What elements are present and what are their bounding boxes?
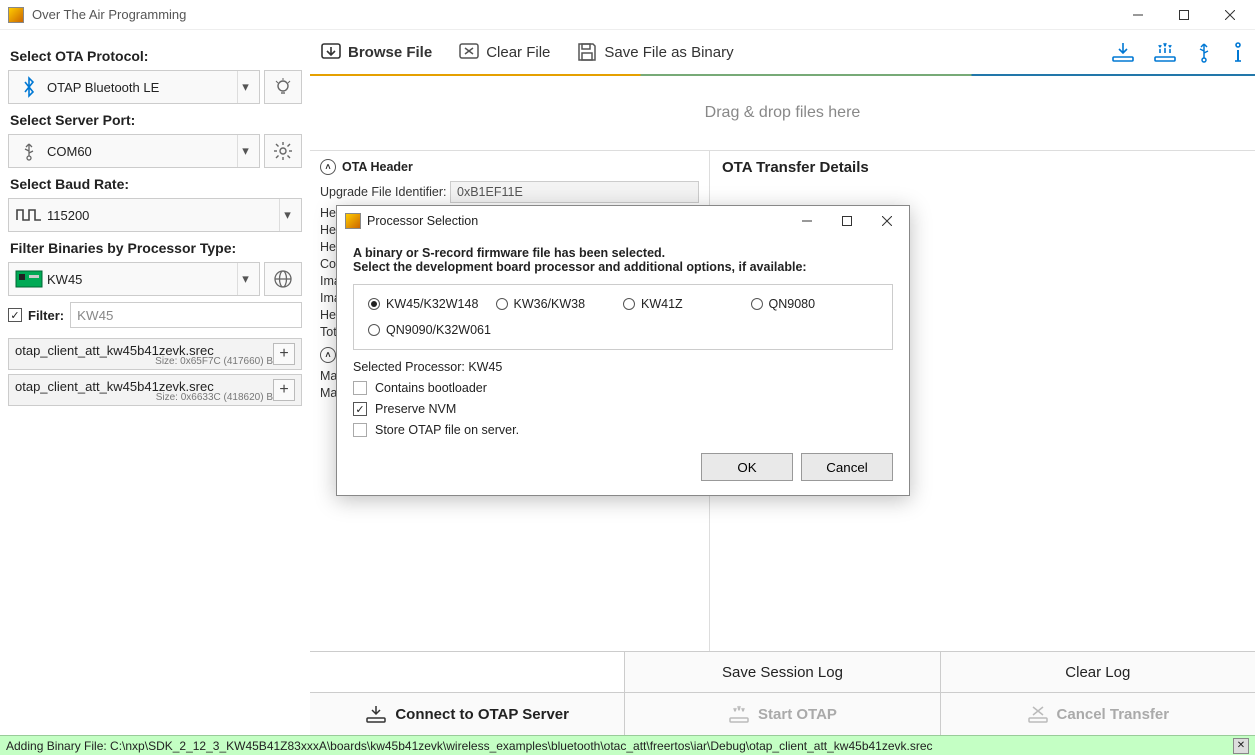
- baud-value: 115200: [43, 208, 279, 223]
- processor-radio-group: KW45/K32W148 KW36/KW38 KW41Z QN9080 QN90…: [353, 284, 893, 350]
- binary-size: Size: 0x6633C (418620) B: [156, 392, 273, 403]
- chevron-down-icon: ▾: [237, 135, 253, 167]
- info-icon[interactable]: [1231, 41, 1245, 63]
- checkbox-icon: [353, 423, 367, 437]
- sidebar: Select OTA Protocol: OTAP Bluetooth LE ▾…: [0, 30, 310, 735]
- start-icon: [728, 704, 750, 724]
- cancel-transfer-button[interactable]: Cancel Transfer: [940, 693, 1255, 735]
- drop-zone[interactable]: Drag & drop files here: [310, 76, 1255, 150]
- checkbox-icon: [353, 381, 367, 395]
- server-label: Select Server Port:: [10, 112, 302, 128]
- cancel-icon: [1027, 704, 1049, 724]
- filter-input[interactable]: [70, 302, 302, 328]
- web-button[interactable]: [264, 262, 302, 296]
- radio-qn9090[interactable]: QN9090/K32W061: [368, 323, 496, 337]
- ota-header-title: OTA Header: [342, 160, 413, 174]
- filter-checkbox[interactable]: ✓: [8, 308, 22, 322]
- save-file-button[interactable]: Save File as Binary: [576, 41, 733, 63]
- clear-icon: [458, 41, 480, 63]
- toolbar: Browse File Clear File Save File as Bina…: [310, 30, 1255, 76]
- checkbox-icon: ✓: [353, 402, 367, 416]
- radio-kw45[interactable]: KW45/K32W148: [368, 297, 496, 311]
- server-dropdown[interactable]: COM60 ▾: [8, 134, 260, 168]
- app-icon: [8, 7, 24, 23]
- browse-icon: [320, 41, 342, 63]
- binary-size: Size: 0x65F7C (417660) B: [155, 356, 273, 367]
- filter-checkbox-label: Filter:: [28, 308, 64, 323]
- dialog-close-button[interactable]: [867, 207, 907, 235]
- dialog-icon: [345, 213, 361, 229]
- dialog-line1: A binary or S-record firmware file has b…: [353, 246, 893, 260]
- bluetooth-icon: [15, 76, 43, 98]
- identifier-value: 0xB1EF11E: [450, 181, 699, 203]
- ok-button[interactable]: OK: [701, 453, 793, 481]
- minimize-button[interactable]: [1115, 0, 1161, 30]
- browse-file-button[interactable]: Browse File: [320, 41, 432, 63]
- square-wave-icon: [15, 206, 43, 224]
- radio-icon: [496, 298, 508, 310]
- status-bar: Adding Binary File: C:\nxp\SDK_2_12_3_KW…: [0, 735, 1255, 755]
- processor-value: KW45: [43, 272, 237, 287]
- status-close-button[interactable]: ✕: [1233, 738, 1249, 754]
- identifier-label: Upgrade File Identifier:: [320, 185, 450, 199]
- save-session-log-button[interactable]: Save Session Log: [624, 652, 939, 692]
- collapse-icon[interactable]: ˄: [320, 347, 336, 363]
- window-title: Over The Air Programming: [32, 7, 1115, 22]
- radio-kw41z[interactable]: KW41Z: [623, 297, 751, 311]
- radio-qn9080[interactable]: QN9080: [751, 297, 879, 311]
- baud-dropdown[interactable]: 115200 ▾: [8, 198, 302, 232]
- preserve-nvm-checkbox-row[interactable]: ✓ Preserve NVM: [353, 402, 893, 416]
- board-icon: [15, 270, 43, 288]
- binary-item[interactable]: otap_client_att_kw45b41zevk.srec Size: 0…: [8, 374, 302, 406]
- protocol-dropdown[interactable]: OTAP Bluetooth LE ▾: [8, 70, 260, 104]
- selected-processor-label: Selected Processor: KW45: [353, 360, 893, 374]
- processor-selection-dialog: Processor Selection A binary or S-record…: [336, 205, 910, 496]
- processor-dropdown[interactable]: KW45 ▾: [8, 262, 260, 296]
- usb-toolbar-icon[interactable]: [1195, 41, 1213, 63]
- store-server-checkbox-row[interactable]: Store OTAP file on server.: [353, 423, 893, 437]
- radio-icon: [623, 298, 635, 310]
- chevron-down-icon: ▾: [237, 263, 253, 295]
- chevron-down-icon: ▾: [279, 199, 295, 231]
- clear-log-button[interactable]: Clear Log: [940, 652, 1255, 692]
- dialog-maximize-button[interactable]: [827, 207, 867, 235]
- baud-label: Select Baud Rate:: [10, 176, 302, 192]
- binary-item[interactable]: otap_client_att_kw45b41zevk.srec Size: 0…: [8, 338, 302, 370]
- dialog-minimize-button[interactable]: [787, 207, 827, 235]
- start-otap-button[interactable]: Start OTAP: [624, 693, 939, 735]
- maximize-button[interactable]: [1161, 0, 1207, 30]
- filter-type-label: Filter Binaries by Processor Type:: [10, 240, 302, 256]
- wireless-icon[interactable]: [1153, 41, 1177, 63]
- radio-icon: [751, 298, 763, 310]
- cancel-button[interactable]: Cancel: [801, 453, 893, 481]
- usb-icon: [15, 141, 43, 161]
- settings-button[interactable]: [264, 134, 302, 168]
- radio-kw36[interactable]: KW36/KW38: [496, 297, 624, 311]
- titlebar: Over The Air Programming: [0, 0, 1255, 30]
- connect-button[interactable]: Connect to OTAP Server: [310, 693, 624, 735]
- add-binary-button[interactable]: +: [273, 379, 295, 401]
- protocol-label: Select OTA Protocol:: [10, 48, 302, 64]
- add-binary-button[interactable]: +: [273, 343, 295, 365]
- connect-icon: [365, 704, 387, 724]
- chevron-down-icon: ▾: [237, 71, 253, 103]
- radio-icon: [368, 298, 380, 310]
- lightbulb-button[interactable]: [264, 70, 302, 104]
- bootloader-checkbox-row[interactable]: Contains bootloader: [353, 381, 893, 395]
- transfer-details-title: OTA Transfer Details: [722, 159, 1243, 176]
- save-icon: [576, 41, 598, 63]
- clear-file-button[interactable]: Clear File: [458, 41, 550, 63]
- close-button[interactable]: [1207, 0, 1253, 30]
- protocol-value: OTAP Bluetooth LE: [43, 80, 237, 95]
- dialog-title: Processor Selection: [367, 214, 787, 228]
- server-value: COM60: [43, 144, 237, 159]
- dialog-line2: Select the development board processor a…: [353, 260, 893, 274]
- radio-icon: [368, 324, 380, 336]
- download-icon[interactable]: [1111, 41, 1135, 63]
- status-text: Adding Binary File: C:\nxp\SDK_2_12_3_KW…: [6, 739, 933, 753]
- collapse-icon[interactable]: ˄: [320, 159, 336, 175]
